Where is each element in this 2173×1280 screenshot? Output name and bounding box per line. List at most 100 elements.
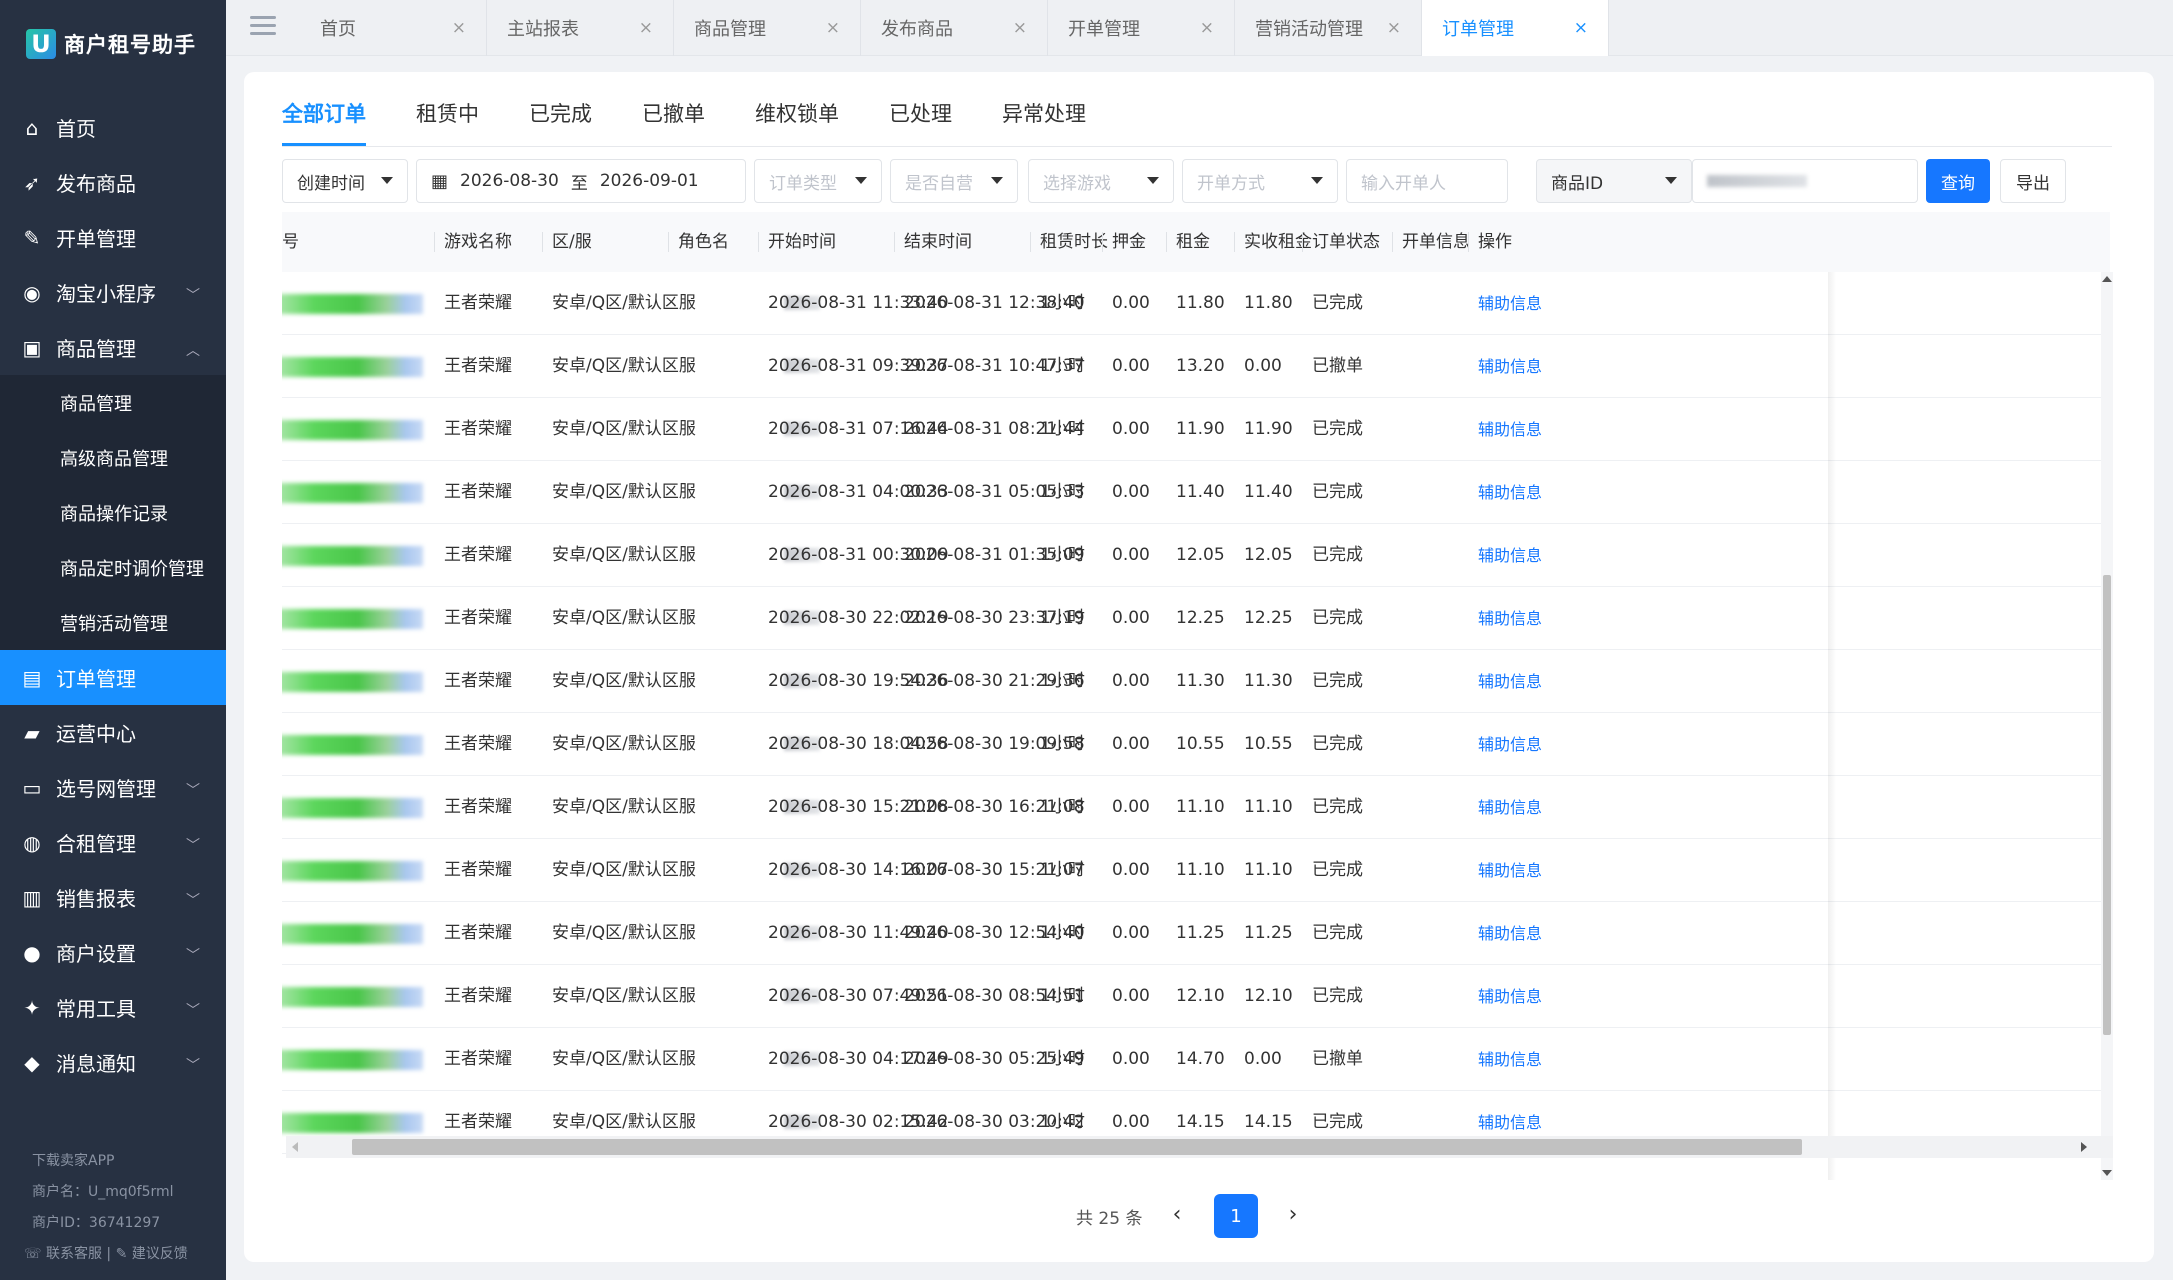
sidebar: U 商户租号助手 ⌂ 首页 ➶ 发布商品 ✎ 开单管理 ◉ 淘宝小程序 ﹀ ▣ 商品管理 ︿ 商品管理… xyxy=(0,0,226,1280)
close-icon[interactable]: × xyxy=(1013,18,1027,38)
status-tab[interactable]: 全部订单 xyxy=(282,98,366,146)
fixed-column-shadow xyxy=(1828,272,1836,1180)
column-separator xyxy=(542,232,543,252)
download-app-link[interactable]: 下载卖家APP xyxy=(32,1146,226,1177)
assist-info-link[interactable]: 辅助信息 xyxy=(1478,902,1542,965)
tab-1[interactable]: 主站报表 × xyxy=(487,0,674,56)
close-icon[interactable]: × xyxy=(639,18,653,38)
scroll-up-icon[interactable] xyxy=(2102,276,2112,282)
vertical-scrollbar[interactable] xyxy=(2101,272,2113,1180)
sidebar-item[interactable]: ▥ 销售报表 ﹀ xyxy=(0,870,226,925)
app-logo[interactable]: U 商户租号助手 xyxy=(0,0,226,88)
sidebar-subitem[interactable]: 商品定时调价管理 xyxy=(0,540,226,595)
date-range-picker[interactable]: ▦ 2026-08-30 至 2026-09-01 xyxy=(416,159,746,203)
tab-0[interactable]: 首页 × xyxy=(300,0,487,56)
feedback-link[interactable]: 建议反馈 xyxy=(132,1246,188,1262)
created-time-select[interactable]: 创建时间 xyxy=(282,159,408,203)
cube-icon: ▣ xyxy=(22,335,42,360)
close-icon[interactable]: × xyxy=(1387,18,1401,38)
self-operated-select[interactable]: 是否自营 xyxy=(890,159,1018,203)
sidebar-item[interactable]: ▣ 商品管理 ︿ xyxy=(0,320,226,375)
assist-info-link[interactable]: 辅助信息 xyxy=(1478,587,1542,650)
sidebar-item[interactable]: ● 商户设置 ﹀ xyxy=(0,925,226,980)
order-type-select[interactable]: 订单类型 xyxy=(754,159,882,203)
tab-4[interactable]: 开单管理 × xyxy=(1048,0,1235,56)
prev-page-icon[interactable]: ‹ xyxy=(1164,1202,1190,1228)
id-type-select[interactable]: 商品ID xyxy=(1536,159,1692,203)
tab-3[interactable]: 发布商品 × xyxy=(861,0,1048,56)
sidebar-item[interactable]: ◍ 合租管理 ﹀ xyxy=(0,815,226,870)
status-tab[interactable]: 维权锁单 xyxy=(755,98,839,146)
vertical-scroll-thumb[interactable] xyxy=(2103,575,2111,1035)
page-number-current[interactable]: 1 xyxy=(1214,1194,1258,1238)
status-tab[interactable]: 已处理 xyxy=(889,98,952,146)
sidebar-subitem[interactable]: 营销活动管理 xyxy=(0,595,226,650)
cell-server: 安卓/Q区/默认区服 xyxy=(552,482,696,502)
opener-input[interactable]: 输入开单人 xyxy=(1346,159,1508,203)
column-separator xyxy=(1392,232,1393,252)
assist-info-link[interactable]: 辅助信息 xyxy=(1478,1028,1542,1091)
sidebar-item[interactable]: ◆ 消息通知 ﹀ xyxy=(0,1035,226,1090)
tab-2[interactable]: 商品管理 × xyxy=(674,0,861,56)
sidebar-item[interactable]: ✎ 开单管理 xyxy=(0,210,226,265)
assist-info-link[interactable]: 辅助信息 xyxy=(1478,461,1542,524)
cell-received: 11.25 xyxy=(1244,923,1293,943)
tab-6[interactable]: 订单管理 × xyxy=(1422,0,1609,56)
date-to: 2026-09-01 xyxy=(599,171,699,191)
menu-toggle-icon[interactable] xyxy=(250,16,276,38)
horizontal-scrollbar[interactable] xyxy=(286,1136,2113,1158)
sidebar-item[interactable]: ▤ 订单管理 xyxy=(0,650,226,705)
sidebar-item[interactable]: ⌂ 首页 xyxy=(0,100,226,155)
assist-info-link[interactable]: 辅助信息 xyxy=(1478,272,1542,335)
assist-info-link[interactable]: 辅助信息 xyxy=(1478,335,1542,398)
query-button[interactable]: 查询 xyxy=(1926,159,1990,203)
order-id-redacted xyxy=(282,294,423,314)
export-button[interactable]: 导出 xyxy=(2000,159,2066,203)
sidebar-item-label: 淘宝小程序 xyxy=(56,282,156,306)
close-icon[interactable]: × xyxy=(826,18,840,38)
close-icon[interactable]: × xyxy=(1574,18,1588,38)
sidebar-item-label: 开单管理 xyxy=(56,227,136,251)
sidebar-item[interactable]: ▰ 运营中心 xyxy=(0,705,226,760)
cell-received: 12.10 xyxy=(1244,986,1293,1006)
order-id-redacted xyxy=(282,483,423,503)
assist-info-link[interactable]: 辅助信息 xyxy=(1478,839,1542,902)
id-search-input[interactable] xyxy=(1692,159,1918,203)
close-icon[interactable]: × xyxy=(452,18,466,38)
assist-info-link[interactable]: 辅助信息 xyxy=(1478,965,1542,1028)
assist-info-link[interactable]: 辅助信息 xyxy=(1478,776,1542,839)
open-method-select[interactable]: 开单方式 xyxy=(1182,159,1338,203)
status-tab[interactable]: 已完成 xyxy=(529,98,592,146)
sidebar-item[interactable]: ◉ 淘宝小程序 ﹀ xyxy=(0,265,226,320)
sidebar-item[interactable]: ➶ 发布商品 xyxy=(0,155,226,210)
calendar-icon: ▦ xyxy=(431,170,449,192)
assist-info-link[interactable]: 辅助信息 xyxy=(1478,398,1542,461)
sidebar-item[interactable]: ▭ 选号网管理 ﹀ xyxy=(0,760,226,815)
tab-5[interactable]: 营销活动管理 × xyxy=(1235,0,1422,56)
sidebar-item[interactable]: ✦ 常用工具 ﹀ xyxy=(0,980,226,1035)
scroll-left-icon[interactable] xyxy=(292,1142,298,1152)
assist-info-link[interactable]: 辅助信息 xyxy=(1478,524,1542,587)
sidebar-subitem[interactable]: 商品管理 xyxy=(0,375,226,430)
close-icon[interactable]: × xyxy=(1200,18,1214,38)
sidebar-subitem[interactable]: 高级商品管理 xyxy=(0,430,226,485)
status-tab[interactable]: 已撤单 xyxy=(642,98,705,146)
cell-game: 王者荣耀 xyxy=(444,860,512,880)
status-tab[interactable]: 租赁中 xyxy=(416,98,479,146)
sidebar-footer: 下载卖家APP 商户名：U_mq0f5rml 商户ID：36741297 ☏ 联… xyxy=(0,1146,226,1280)
sidebar-subitem[interactable]: 商品操作记录 xyxy=(0,485,226,540)
horizontal-scroll-thumb[interactable] xyxy=(352,1139,1802,1155)
self-operated-placeholder: 是否自营 xyxy=(905,173,973,194)
cell-status: 已完成 xyxy=(1312,419,1363,439)
assist-info-link[interactable]: 辅助信息 xyxy=(1478,713,1542,776)
scroll-down-icon[interactable] xyxy=(2102,1170,2112,1176)
cell-duration: 1小时 xyxy=(1040,545,1085,565)
game-select[interactable]: 选择游戏 xyxy=(1028,159,1174,203)
contact-service-link[interactable]: 联系客服 xyxy=(46,1246,102,1262)
assist-info-link[interactable]: 辅助信息 xyxy=(1478,650,1542,713)
next-page-icon[interactable]: › xyxy=(1280,1202,1306,1228)
scroll-right-icon[interactable] xyxy=(2081,1142,2087,1152)
status-tab[interactable]: 异常处理 xyxy=(1002,98,1086,146)
redacted-text xyxy=(1707,175,1807,187)
chevron-down-icon: ﹀ xyxy=(186,948,200,964)
